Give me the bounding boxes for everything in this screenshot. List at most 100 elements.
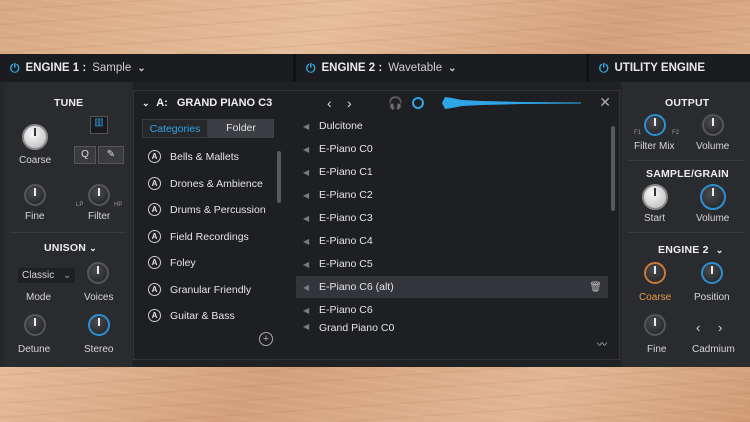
preset-label: E-Piano C3 (319, 212, 373, 224)
fine-label: Fine (25, 211, 45, 222)
engine2-header[interactable]: ⏻ ENGINE 2 : Wavetable ⌄ (296, 54, 589, 82)
preset-row[interactable]: ◀ E-Piano C1 (296, 161, 608, 183)
prev-arrow-icon[interactable]: ‹ (696, 320, 700, 335)
engine2-coarse-knob[interactable] (644, 262, 666, 284)
preset-row[interactable]: ◀ Grand Piano C0 (296, 322, 608, 332)
category-scrollbar[interactable] (277, 151, 281, 203)
preset-label: Grand Piano C0 (319, 322, 395, 332)
category-item[interactable]: A Foley (148, 256, 196, 269)
preset-prefix: A: (156, 97, 168, 109)
speaker-icon[interactable]: ◀ (303, 214, 313, 223)
sample-volume-knob[interactable] (700, 184, 726, 210)
speaker-icon[interactable]: ◀ (303, 191, 313, 200)
tab-categories[interactable]: Categories (142, 119, 208, 138)
filter-mix-knob[interactable] (644, 114, 666, 136)
speaker-icon[interactable]: ◀ (303, 122, 313, 131)
speaker-icon[interactable]: ◀ (303, 322, 313, 331)
tab-folder[interactable]: Folder (208, 119, 274, 138)
power-icon[interactable]: ⏻ (10, 61, 20, 76)
engine1-mode[interactable]: Sample (92, 62, 131, 74)
category-icon: A (148, 230, 161, 243)
waveform-icon[interactable]: 〰 (597, 336, 607, 351)
preset-row[interactable]: ◀ E-Piano C4 (296, 230, 608, 252)
preset-row[interactable]: ◀ E-Piano C5 (296, 253, 608, 275)
cadmium-label: Cadmium (692, 344, 735, 355)
speaker-icon[interactable]: ◀ (303, 145, 313, 154)
hp-label: HP (114, 202, 123, 208)
speaker-icon[interactable]: ◀ (303, 283, 313, 292)
category-item[interactable]: A Granular Friendly (148, 283, 251, 296)
engine2-panel-title[interactable]: ENGINE 2 ⌄ (658, 244, 724, 256)
engine2-coarse-label: Coarse (639, 292, 672, 303)
voices-label: Voices (84, 292, 114, 303)
chevron-down-icon[interactable]: ⌄ (89, 243, 97, 253)
prev-preset-icon[interactable]: ‹ (327, 95, 332, 111)
speaker-icon[interactable]: ◀ (303, 168, 313, 177)
detune-label: Detune (18, 344, 51, 355)
headphone-icon[interactable]: 🎧 (388, 96, 403, 110)
power-icon[interactable]: ⏻ (599, 61, 609, 76)
volume-dial-icon[interactable] (412, 97, 424, 109)
preset-row[interactable]: ◀ E-Piano C2 (296, 184, 608, 206)
speaker-icon[interactable]: ◀ (303, 260, 313, 269)
engine1-title: ENGINE 1 : (25, 62, 87, 74)
chevron-down-icon[interactable]: ⌄ (716, 245, 724, 255)
keyboard-icon[interactable]: ▥ (90, 116, 108, 134)
chevron-down-icon[interactable]: ⌄ (448, 63, 456, 74)
power-icon[interactable]: ⏻ (306, 61, 316, 76)
close-icon[interactable]: ✕ (599, 94, 611, 111)
preset-scrollbar[interactable] (611, 126, 615, 211)
preset-label: E-Piano C1 (319, 166, 373, 178)
unison-label: UNISON (44, 242, 87, 254)
fine-knob[interactable] (24, 184, 46, 206)
category-item[interactable]: A Guitar & Bass (148, 309, 235, 322)
engine1-header[interactable]: ⏻ ENGINE 1 : Sample ⌄ (0, 54, 296, 82)
next-preset-icon[interactable]: › (347, 95, 352, 111)
voices-knob[interactable] (87, 262, 109, 284)
synth-window: ⏻ ENGINE 1 : Sample ⌄ ⏻ ENGINE 2 : Wavet… (0, 54, 750, 367)
chevron-down-icon[interactable]: ⌄ (137, 63, 145, 74)
stereo-knob[interactable] (88, 314, 110, 336)
category-item[interactable]: A Drones & Ambience (148, 177, 263, 190)
filter-knob[interactable] (88, 184, 110, 206)
preset-row[interactable]: ◀ E-Piano C6 (296, 299, 608, 321)
utility-header[interactable]: ⏻ UTILITY ENGINE (589, 54, 750, 82)
f1-label: F1 (634, 130, 642, 136)
start-label: Start (644, 213, 666, 224)
preset-row[interactable]: ◀ E-Piano C3 (296, 207, 608, 229)
category-icon: A (148, 283, 161, 296)
output-volume-knob[interactable] (702, 114, 724, 136)
waveform-preview[interactable] (442, 95, 582, 111)
chevron-down-icon[interactable]: ⌄ (142, 98, 150, 108)
unison-mode-select[interactable]: Classic ⌄ (18, 268, 76, 283)
speaker-icon[interactable]: ◀ (303, 237, 313, 246)
category-item[interactable]: A Bells & Mallets (148, 150, 239, 163)
chevron-down-icon[interactable]: ⌄ (63, 270, 71, 281)
engine2-title: ENGINE 2 : (321, 62, 383, 74)
speaker-icon[interactable]: ◀ (303, 306, 313, 315)
right-panel: OUTPUT F1 F2 Filter Mix Volume SAMPLE/GR… (622, 82, 750, 367)
position-knob[interactable] (701, 262, 723, 284)
q-button[interactable]: Q (74, 146, 96, 164)
unison-title[interactable]: UNISON ⌄ (44, 242, 97, 254)
category-label: Drums & Percussion (170, 203, 266, 216)
preset-label: E-Piano C4 (319, 235, 373, 247)
sample-grain-title: SAMPLE/GRAIN (646, 168, 729, 180)
preset-name: GRAND PIANO C3 (176, 97, 273, 109)
f2-label: F2 (672, 130, 680, 136)
category-item[interactable]: A Field Recordings (148, 230, 249, 243)
start-knob[interactable] (642, 184, 668, 210)
category-item[interactable]: A Drums & Percussion (148, 203, 266, 216)
add-icon[interactable]: + (259, 332, 273, 346)
engine2-fine-knob[interactable] (644, 314, 666, 336)
preset-title[interactable]: ⌄ A: GRAND PIANO C3 (142, 97, 272, 109)
detune-knob[interactable] (24, 314, 46, 336)
preset-row-selected[interactable]: ◀ E-Piano C6 (alt) 🗑 (296, 276, 608, 298)
trash-icon[interactable]: 🗑 (589, 282, 602, 293)
preset-row[interactable]: ◀ E-Piano C0 (296, 138, 608, 160)
coarse-knob[interactable] (22, 124, 48, 150)
engine2-mode[interactable]: Wavetable (388, 62, 442, 74)
next-arrow-icon[interactable]: › (718, 320, 722, 335)
preset-row[interactable]: ◀ Dulcitone (296, 115, 608, 137)
pen-icon[interactable]: ✎ (98, 146, 124, 164)
